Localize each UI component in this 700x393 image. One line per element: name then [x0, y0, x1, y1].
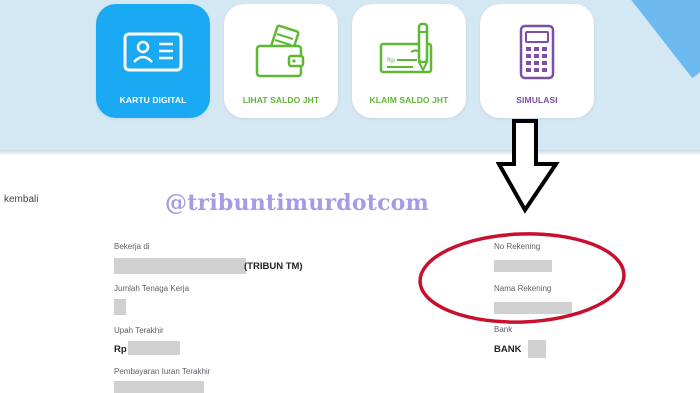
redacted-salary: [128, 341, 180, 355]
redacted-workforce-count: [114, 299, 126, 315]
menu-card-klaim-saldo-jht[interactable]: Rp KLAIM SALDO JHT: [352, 4, 466, 118]
back-link[interactable]: kembali: [4, 194, 38, 205]
menu-label: SIMULASI: [516, 95, 558, 105]
annotation-arrow: [496, 119, 560, 214]
menu-label: KLAIM SALDO JHT: [369, 95, 449, 105]
menu-card-kartu-digital[interactable]: KARTU DIGITAL: [96, 4, 210, 118]
employer-value: (TRIBUN TM): [244, 261, 303, 272]
last-payment-label: Pembayaran Iuran Terakhir: [114, 367, 211, 376]
menu-card-simulasi[interactable]: SIMULASI: [480, 4, 594, 118]
watermark-text: @tribuntimurdotcom: [165, 190, 430, 216]
decorative-corner-shape: [600, 0, 700, 79]
redacted-last-payment: [114, 381, 204, 393]
svg-text:Rp: Rp: [387, 57, 395, 64]
menu-label: KARTU DIGITAL: [119, 95, 187, 105]
wallet-icon: [224, 20, 338, 84]
employer-label: Bekerja di: [114, 242, 150, 251]
calculator-icon: [480, 20, 594, 84]
redacted-bank-name: [528, 340, 546, 358]
annotation-ellipse: [418, 232, 626, 324]
menu-label: LIHAT SALDO JHT: [242, 95, 320, 105]
menu-card-lihat-saldo-jht[interactable]: LIHAT SALDO JHT: [224, 4, 338, 118]
redacted-employer-name: [114, 258, 246, 274]
header-divider: [0, 150, 700, 156]
workforce-label: Jumlah Tenaga Kerja: [114, 284, 190, 293]
cheque-pen-icon: Rp: [352, 20, 466, 84]
salary-currency: Rp: [114, 344, 127, 355]
id-card-icon: [96, 20, 210, 84]
bank-value: BANK: [494, 344, 522, 355]
salary-label: Upah Terakhir: [114, 326, 164, 335]
